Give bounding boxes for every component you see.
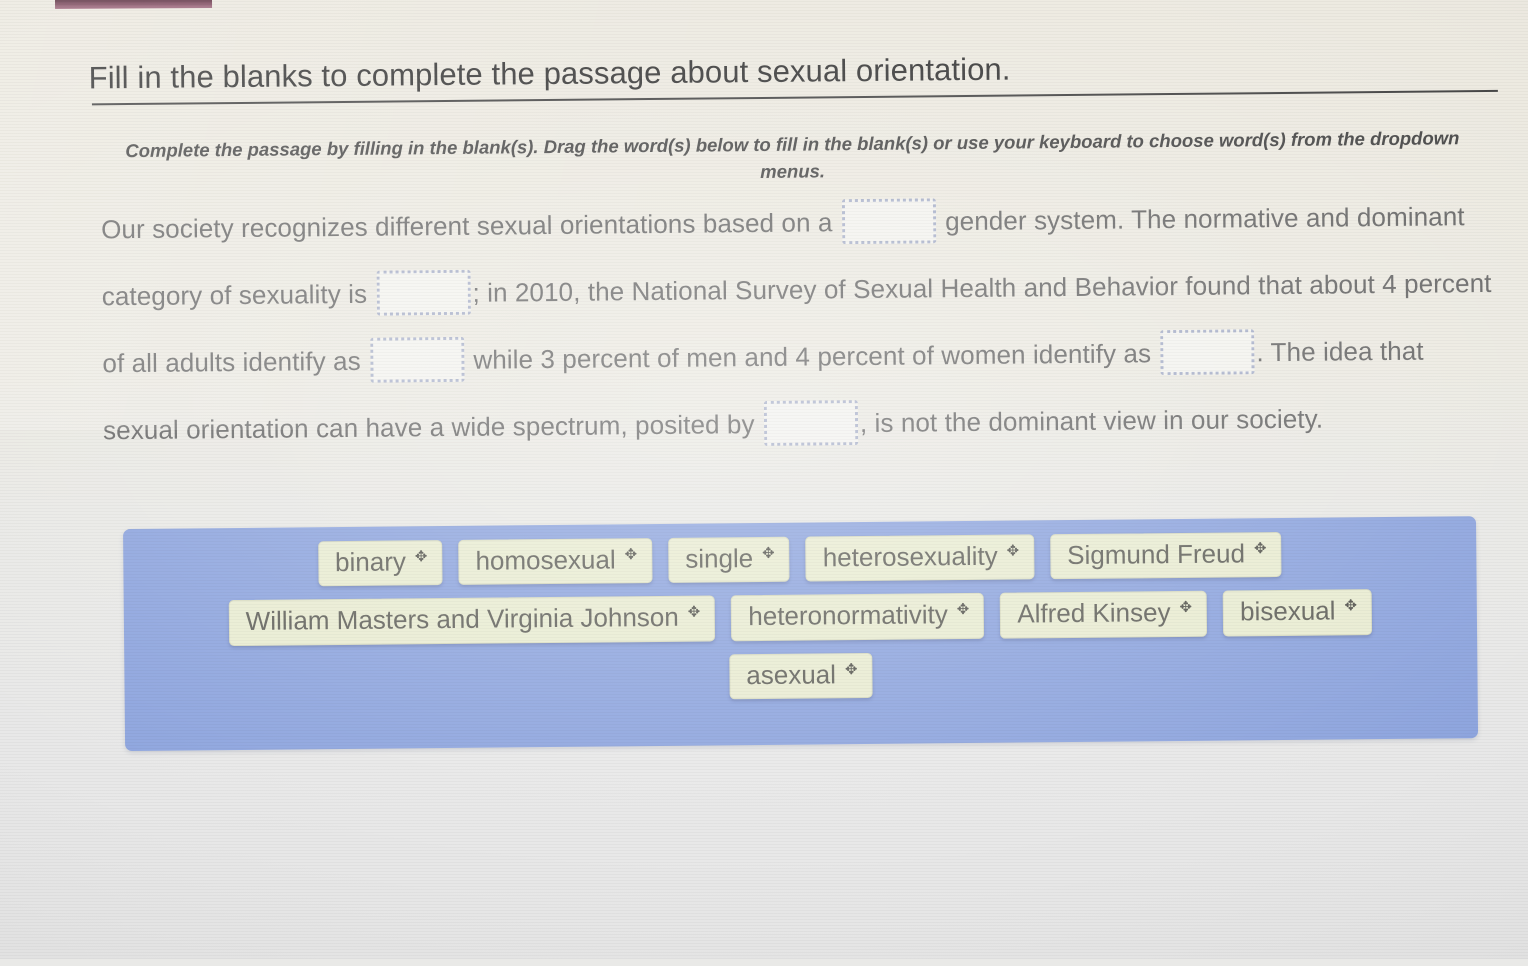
passage-blank-3[interactable] <box>369 336 465 383</box>
move-cross-icon[interactable]: ✥ <box>845 661 858 678</box>
word-tile[interactable]: binary ✥ <box>317 540 443 587</box>
word-tile-label: binary <box>334 546 407 578</box>
word-tile-label: heteronormativity <box>748 599 948 632</box>
word-tile-label: heterosexuality <box>822 540 998 573</box>
word-tile-label: asexual <box>746 658 837 690</box>
move-cross-icon[interactable]: ✥ <box>762 545 775 562</box>
move-cross-icon[interactable]: ✥ <box>957 601 970 618</box>
move-cross-icon[interactable]: ✥ <box>625 546 638 563</box>
word-tile[interactable]: asexual ✥ <box>729 652 873 700</box>
word-tile[interactable]: heterosexuality ✥ <box>805 534 1035 582</box>
instructions-text: Complete the passage by filling in the b… <box>125 126 1460 182</box>
word-tile[interactable]: heteronormativity ✥ <box>731 593 985 641</box>
word-tile-label: single <box>685 543 754 574</box>
word-tile[interactable]: bisexual ✥ <box>1222 589 1373 637</box>
passage-blank-1[interactable] <box>841 198 936 245</box>
word-tile[interactable]: homosexual ✥ <box>458 538 653 586</box>
word-tile-label: bisexual <box>1239 595 1336 627</box>
move-cross-icon[interactable]: ✥ <box>688 604 701 621</box>
move-cross-icon[interactable]: ✥ <box>415 548 428 565</box>
question-content: Fill in the blanks to complete the passa… <box>0 0 1528 966</box>
passage-text: Our society recognizes different sexual … <box>100 207 840 245</box>
word-bank-row: asexual ✥ <box>124 647 1477 705</box>
word-tile-label: William Masters and Virginia Johnson <box>245 602 679 637</box>
move-cross-icon[interactable]: ✥ <box>1179 599 1192 616</box>
move-cross-icon[interactable]: ✥ <box>1254 540 1267 557</box>
page-title: Fill in the blanks to complete the passa… <box>88 51 1011 96</box>
word-tile-label: Alfred Kinsey <box>1017 597 1171 629</box>
word-tile[interactable]: William Masters and Virginia Johnson ✥ <box>228 595 716 646</box>
passage-blank-2[interactable] <box>376 269 471 316</box>
passage-body: Our society recognizes different sexual … <box>101 183 1499 464</box>
passage-blank-5[interactable] <box>763 400 859 446</box>
passage-text: while 3 percent of men and 4 percent of … <box>465 338 1159 375</box>
word-tile[interactable]: Alfred Kinsey ✥ <box>1000 591 1208 639</box>
move-cross-icon[interactable]: ✥ <box>1007 543 1020 560</box>
word-tile[interactable]: single ✥ <box>668 536 790 584</box>
word-bank-row: binary ✥ homosexual ✥ single ✥ heterosexuality… <box>123 530 1476 588</box>
passage-blank-4[interactable] <box>1160 329 1255 376</box>
word-tile-label: homosexual <box>475 544 616 576</box>
word-tile[interactable]: Sigmund Freud ✥ <box>1050 532 1282 580</box>
passage-text: , is not the dominant view in our societ… <box>859 403 1324 439</box>
word-bank-row: William Masters and Virginia Johnson ✥ het… <box>124 588 1477 646</box>
move-cross-icon[interactable]: ✥ <box>1344 598 1357 615</box>
word-bank-panel: binary ✥ homosexual ✥ single ✥ heterosexuality… <box>123 516 1479 752</box>
word-tile-label: Sigmund Freud <box>1067 538 1246 571</box>
